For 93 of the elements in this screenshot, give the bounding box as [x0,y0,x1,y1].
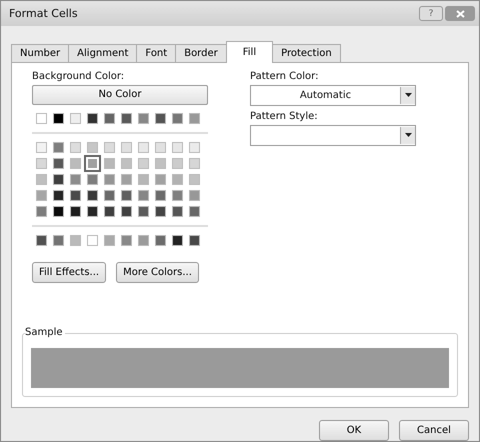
pattern-style-dropdown[interactable] [250,124,416,146]
color-swatch[interactable] [36,112,47,124]
tab[interactable]: Alignment [68,44,138,62]
color-swatch[interactable] [138,234,149,246]
dialog-button[interactable]: OK [319,420,389,441]
color-swatch[interactable] [70,174,81,185]
color-swatch[interactable] [104,206,115,217]
field-label: Background Color: [32,70,126,82]
color-swatch[interactable] [155,158,166,169]
color-swatch[interactable] [138,190,149,201]
color-swatch[interactable] [172,206,183,217]
color-swatch[interactable] [87,190,98,201]
color-swatch[interactable] [121,190,132,201]
no-color-button[interactable]: No Color [32,84,208,105]
color-swatch[interactable] [155,206,166,217]
caret-icon [404,93,412,98]
field-label: Pattern Style: [250,110,319,122]
color-swatch[interactable] [87,174,98,185]
color-swatch[interactable] [155,190,166,201]
close-button[interactable] [445,6,475,22]
color-swatch[interactable] [53,112,64,124]
color-swatch[interactable] [121,234,132,246]
dialog-button[interactable]: Cancel [399,420,469,441]
color-swatch[interactable] [138,206,149,217]
tab[interactable]: Border [175,44,227,62]
caret-icon [404,133,412,138]
color-swatch[interactable] [36,190,47,201]
color-swatch[interactable] [70,158,81,169]
color-swatch[interactable] [53,142,64,153]
color-swatch[interactable] [121,158,132,169]
color-swatch[interactable] [104,234,115,246]
color-swatch[interactable] [189,112,200,124]
color-swatch[interactable] [189,142,200,153]
color-swatch[interactable] [70,142,81,153]
tab[interactable]: Font [136,44,176,62]
color-swatch[interactable] [121,174,132,185]
help-button[interactable]: ? [419,6,443,22]
color-swatch[interactable] [155,112,166,124]
color-swatch[interactable] [70,206,81,217]
field-label: Pattern Color: [250,70,320,82]
color-swatch[interactable] [138,158,149,169]
color-swatch[interactable] [36,234,47,246]
dialog-button[interactable]: More Colors... [116,262,199,283]
color-swatch[interactable] [155,142,166,153]
color-swatch[interactable] [87,206,98,217]
color-swatch[interactable] [189,190,200,201]
pattern-color-dropdown[interactable]: Automatic [250,84,416,106]
color-swatch[interactable] [53,158,64,169]
color-swatch[interactable] [104,174,115,185]
color-swatch[interactable] [189,174,200,185]
color-swatch[interactable] [36,174,47,185]
color-swatch[interactable] [155,174,166,185]
color-swatch[interactable] [189,206,200,217]
color-swatch[interactable] [138,174,149,185]
tab[interactable]: Fill [226,40,274,63]
color-swatch[interactable] [104,158,115,169]
color-swatch[interactable] [70,234,81,246]
color-swatch[interactable] [70,112,81,124]
color-swatch[interactable] [172,234,183,246]
color-swatch[interactable] [172,142,183,153]
color-swatch[interactable] [87,112,98,124]
group-label: Sample [25,326,64,338]
color-swatch[interactable] [189,158,200,169]
color-swatch[interactable] [104,142,115,153]
color-swatch[interactable] [84,154,101,172]
color-swatch[interactable] [36,142,47,153]
color-swatch[interactable] [36,158,47,169]
color-swatch[interactable] [172,158,183,169]
color-swatch[interactable] [70,190,81,201]
color-swatch[interactable] [155,234,166,246]
tab[interactable]: Number [11,44,70,62]
color-swatch[interactable] [172,190,183,201]
color-swatch[interactable] [87,142,98,153]
color-swatch[interactable] [121,112,132,124]
color-swatch[interactable] [138,112,149,124]
color-swatch[interactable] [104,190,115,201]
tab[interactable]: Protection [272,44,341,62]
color-swatch[interactable] [53,190,64,201]
color-swatch[interactable] [121,206,132,217]
color-swatch[interactable] [172,112,183,124]
color-swatch[interactable] [53,234,64,246]
color-swatch[interactable] [36,206,47,217]
color-swatch[interactable] [189,234,200,246]
color-swatch[interactable] [138,142,149,153]
close-icon [456,10,464,18]
color-swatch[interactable] [172,174,183,185]
color-swatch[interactable] [53,206,64,217]
color-swatch[interactable] [53,174,64,185]
color-swatch[interactable] [121,142,132,153]
window-title: Format Cells [9,7,78,20]
color-swatch[interactable] [87,234,98,246]
dialog-button[interactable]: Fill Effects... [32,262,106,283]
color-swatch[interactable] [104,112,115,124]
